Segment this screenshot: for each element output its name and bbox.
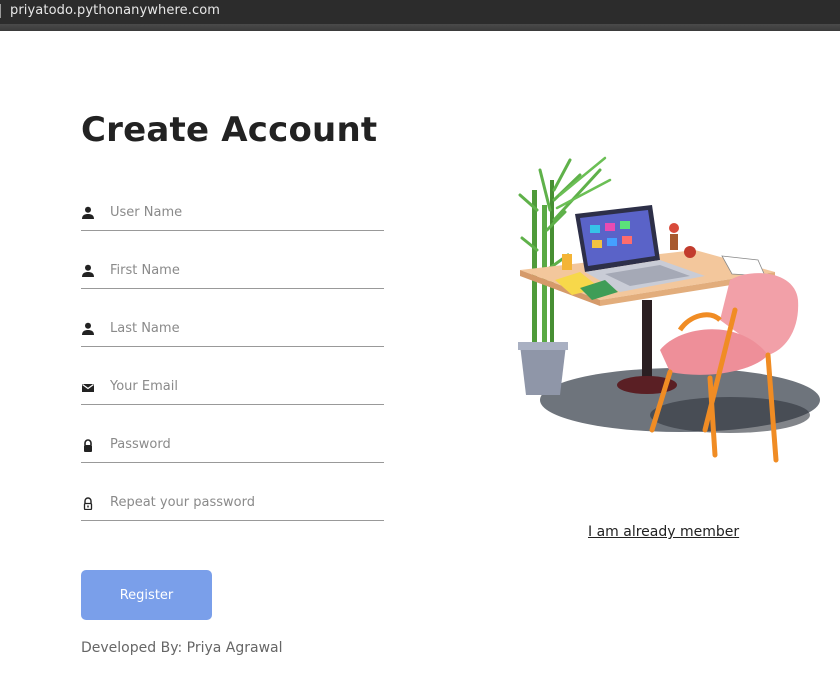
already-member-link[interactable]: I am already member: [588, 524, 739, 540]
first-name-field[interactable]: [81, 254, 384, 289]
cup-icon: [562, 254, 572, 270]
lock-icon: [84, 439, 92, 452]
person-icon: [82, 264, 94, 277]
last-name-field[interactable]: [81, 312, 384, 347]
url-bar-divider: [0, 24, 840, 31]
person-icon: [82, 322, 94, 335]
url-bar-edge: [0, 4, 1, 18]
repeat-password-field[interactable]: [81, 486, 384, 521]
email-input[interactable]: [110, 374, 380, 398]
username-input[interactable]: [110, 200, 380, 224]
envelope-icon: [82, 384, 94, 392]
password-field[interactable]: [81, 428, 384, 463]
floor-shadow-dark: [650, 397, 810, 433]
url-text[interactable]: priyatodo.pythonanywhere.com: [10, 3, 220, 18]
person-icon: [82, 206, 94, 219]
developer-credit: Developed By: Priya Agrawal: [81, 640, 283, 656]
desk-laptop-illustration: [518, 156, 820, 463]
browser-url-bar[interactable]: priyatodo.pythonanywhere.com: [0, 0, 840, 24]
first-name-input[interactable]: [110, 258, 380, 282]
lock-outline-icon: [83, 497, 93, 510]
register-button[interactable]: Register: [81, 570, 212, 620]
password-input[interactable]: [110, 432, 380, 456]
last-name-input[interactable]: [110, 316, 380, 340]
flower-icon: [669, 223, 679, 233]
teacup-icon: [684, 246, 696, 258]
email-field[interactable]: [81, 370, 384, 405]
page-title: Create Account: [81, 110, 378, 150]
repeat-password-input[interactable]: [110, 490, 380, 514]
username-field[interactable]: [81, 196, 384, 231]
